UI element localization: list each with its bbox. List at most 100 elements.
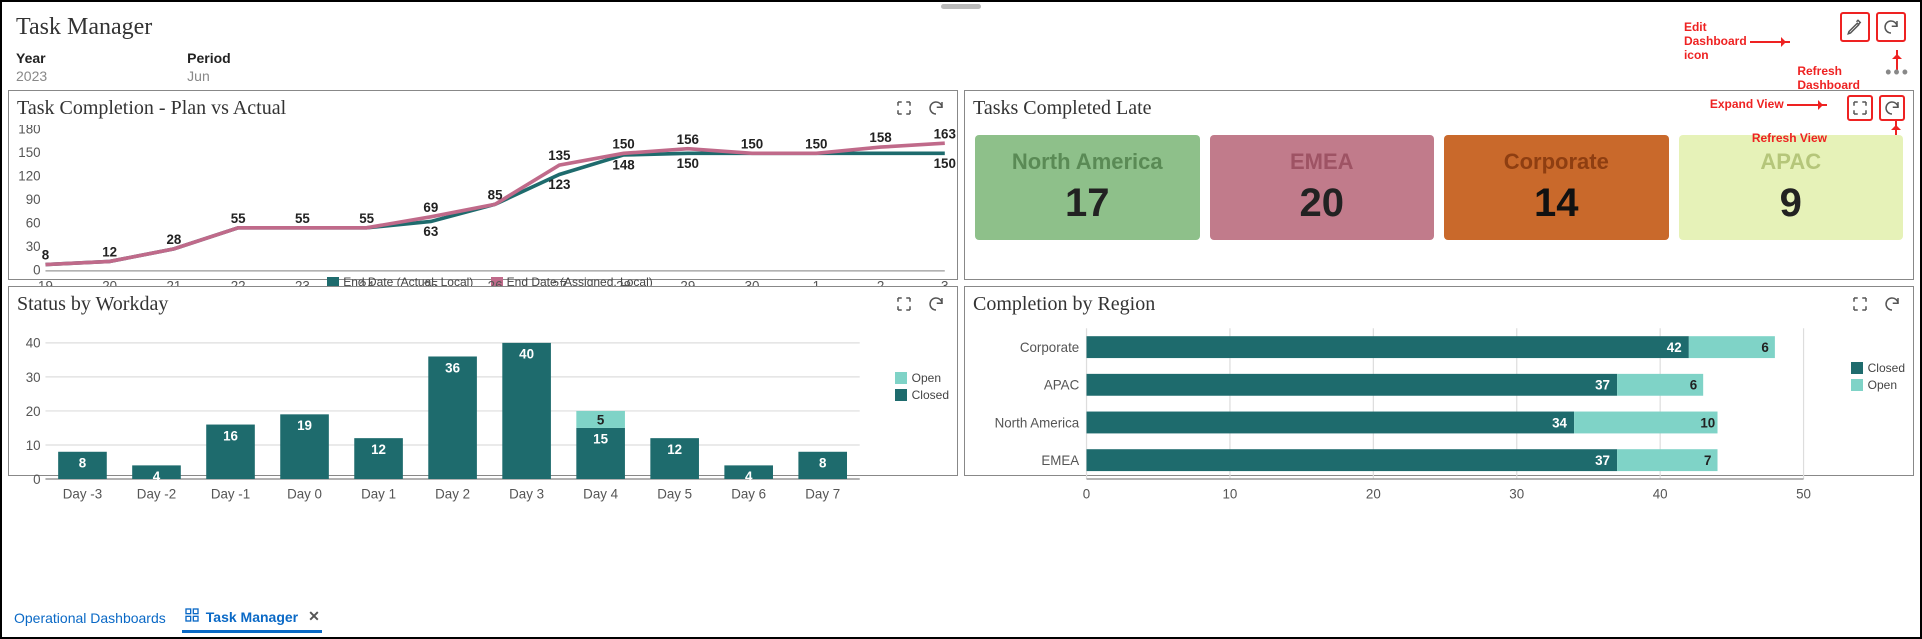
svg-text:8: 8 [819,456,827,471]
panel-title: Completion by Region [973,293,1155,316]
panel-title: Status by Workday [17,293,168,316]
svg-text:30: 30 [26,239,41,254]
svg-text:148: 148 [612,158,635,173]
svg-text:150: 150 [934,156,956,171]
window-drag-handle[interactable] [941,4,981,9]
expand-view-button[interactable] [891,95,917,121]
refresh-view-button[interactable] [1879,95,1905,121]
svg-text:20: 20 [1366,486,1381,501]
svg-text:60: 60 [26,215,41,230]
svg-text:19: 19 [297,418,312,433]
svg-text:0: 0 [33,472,40,487]
filter-period[interactable]: Period Jun [187,50,231,84]
svg-text:150: 150 [805,136,827,151]
card-north-america[interactable]: North America 17 [975,135,1200,240]
edit-dashboard-button[interactable] [1840,12,1870,42]
svg-text:4: 4 [745,469,753,484]
svg-text:Day 7: Day 7 [805,486,840,501]
refresh-icon [1882,18,1900,36]
svg-text:Day -3: Day -3 [63,486,102,501]
svg-text:Day 4: Day 4 [583,486,618,501]
svg-text:120: 120 [18,168,40,183]
expand-view-button[interactable] [891,291,917,317]
svg-text:50: 50 [1796,486,1811,501]
svg-text:Day 3: Day 3 [509,486,544,501]
svg-text:163: 163 [934,126,956,141]
svg-text:20: 20 [26,404,41,419]
svg-text:30: 30 [1509,486,1524,501]
svg-text:36: 36 [445,360,460,375]
svg-text:Day 2: Day 2 [435,486,470,501]
chart-legend: Open Closed [895,371,949,405]
svg-text:Day -2: Day -2 [137,486,176,501]
svg-text:90: 90 [26,192,41,207]
svg-text:Day 0: Day 0 [287,486,322,501]
filter-year[interactable]: Year 2023 [16,50,47,84]
svg-text:6: 6 [1761,340,1768,355]
more-menu-button[interactable]: ••• [1885,62,1910,83]
refresh-view-button[interactable] [923,291,949,317]
svg-text:180: 180 [18,125,40,137]
svg-text:APAC: APAC [1044,378,1080,393]
refresh-dashboard-button[interactable] [1876,12,1906,42]
svg-text:135: 135 [548,148,571,163]
refresh-view-button[interactable] [923,95,949,121]
svg-text:55: 55 [231,211,246,226]
tab-operational-dashboards[interactable]: Operational Dashboards [8,606,172,630]
panel-tasks-late: Tasks Completed Late Expand View Refresh… [964,90,1914,280]
panel-title: Task Completion - Plan vs Actual [17,97,286,120]
expand-view-button[interactable] [1847,291,1873,317]
svg-text:4: 4 [153,469,161,484]
svg-text:63: 63 [423,224,438,239]
svg-text:EMEA: EMEA [1041,453,1079,468]
card-emea[interactable]: EMEA 20 [1210,135,1435,240]
refresh-view-button[interactable] [1879,291,1905,317]
svg-text:34: 34 [1552,415,1567,430]
panel-completion-by-region: Completion by Region 01020304050426Corpo… [964,286,1914,476]
svg-text:30: 30 [26,370,41,385]
svg-text:8: 8 [42,248,50,263]
svg-text:150: 150 [612,136,634,151]
svg-text:150: 150 [741,136,763,151]
svg-text:42: 42 [1667,340,1682,355]
svg-text:0: 0 [33,262,40,277]
svg-text:150: 150 [677,156,699,171]
svg-text:Day -1: Day -1 [211,486,250,501]
svg-text:40: 40 [26,336,41,351]
svg-text:5: 5 [597,412,605,427]
annotation-edit-dashboard: Edit Dashboard icon [1684,20,1790,62]
svg-text:10: 10 [1222,486,1237,501]
annotation-refresh-dashboard: Refresh Dashboard [1797,64,1860,92]
svg-text:0: 0 [1083,486,1090,501]
svg-text:8: 8 [79,456,87,471]
svg-text:10: 10 [1700,415,1715,430]
svg-text:6: 6 [1690,378,1697,393]
svg-text:150: 150 [18,145,40,160]
pencil-icon [1846,18,1864,36]
svg-text:10: 10 [26,438,41,453]
svg-text:28: 28 [166,232,181,247]
chart-legend: Closed Open [1851,361,1905,395]
panel-task-completion: Task Completion - Plan vs Actual 0 30 60 90… [8,90,958,280]
card-apac[interactable]: APAC 9 [1679,135,1904,240]
svg-text:40: 40 [1653,486,1668,501]
dashboard-icon [184,607,200,626]
svg-text:156: 156 [677,132,699,147]
svg-text:Corporate: Corporate [1020,340,1079,355]
card-corporate[interactable]: Corporate 14 [1444,135,1669,240]
svg-text:158: 158 [869,130,892,145]
panel-title: Tasks Completed Late [973,97,1152,120]
svg-text:69: 69 [423,200,438,215]
annotation-refresh-view: Refresh View [1752,131,1827,145]
svg-text:12: 12 [667,442,682,457]
close-tab-button[interactable]: ✕ [308,608,320,625]
panel-status-by-workday: Status by Workday 0102030408Day -34Day -… [8,286,958,476]
svg-text:Day 1: Day 1 [361,486,396,501]
svg-text:55: 55 [359,211,374,226]
svg-text:37: 37 [1595,453,1610,468]
tab-task-manager[interactable]: Task Manager ✕ [182,603,322,633]
expand-view-button[interactable] [1847,95,1873,121]
svg-text:37: 37 [1595,378,1610,393]
page-title: Task Manager [16,14,152,41]
svg-text:123: 123 [548,177,570,192]
